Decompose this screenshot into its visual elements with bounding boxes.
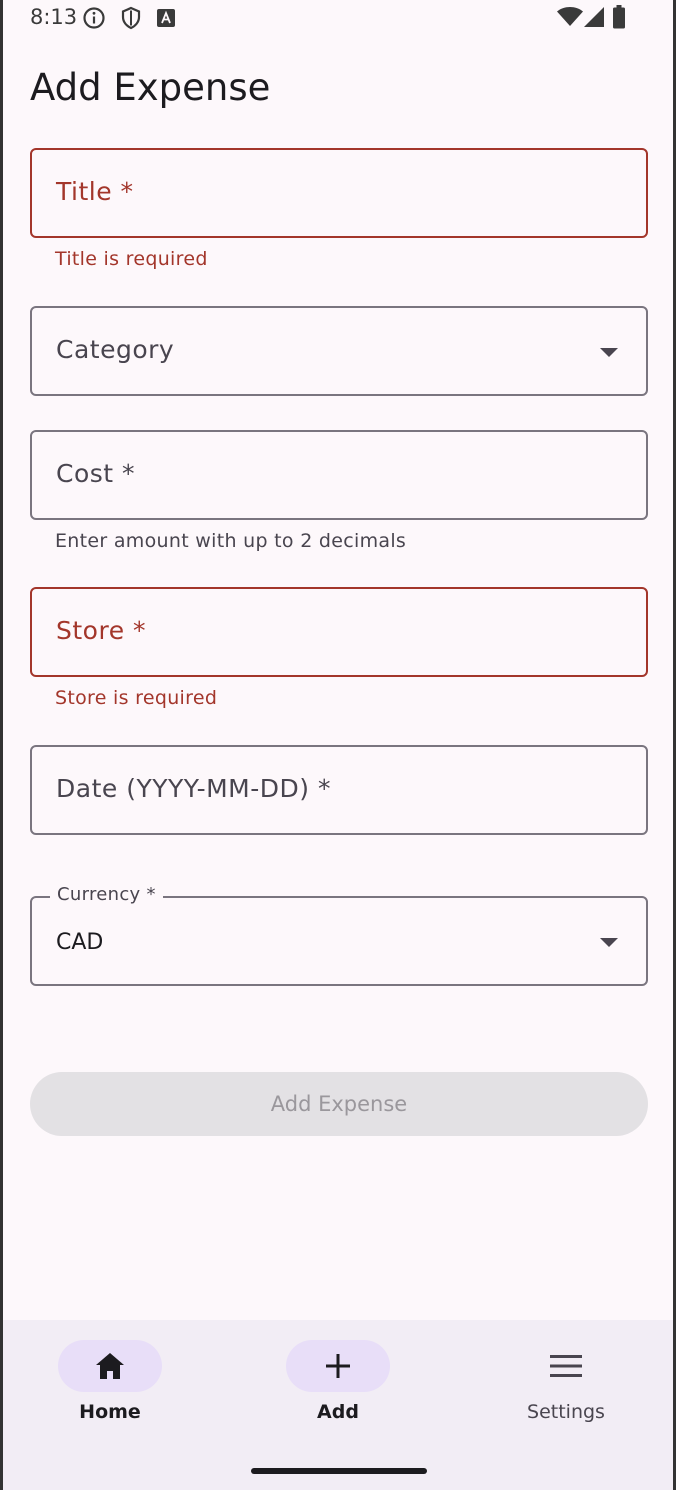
nav-label-add: Add <box>317 1401 359 1423</box>
signal-icon <box>584 7 604 27</box>
date-field-label: Date (YYYY-MM-DD) * <box>56 774 331 803</box>
cost-field[interactable]: Cost * <box>30 430 648 520</box>
title-field-label: Title * <box>56 177 134 206</box>
dropdown-arrow-icon <box>600 938 618 947</box>
shield-icon <box>121 6 141 30</box>
nav-label-home: Home <box>79 1401 141 1423</box>
currency-value: CAD <box>56 930 104 955</box>
home-icon <box>96 1353 124 1379</box>
store-field[interactable]: Store * <box>30 587 648 677</box>
category-field-label: Category <box>56 335 175 364</box>
bottom-navigation: Home Add Settings <box>3 1320 673 1490</box>
gesture-handle[interactable] <box>251 1468 427 1474</box>
wifi-icon <box>557 7 583 26</box>
plus-icon <box>326 1354 350 1378</box>
cost-helper-text: Enter amount with up to 2 decimals <box>55 530 407 552</box>
dropdown-arrow-icon <box>600 348 618 357</box>
battery-icon <box>613 5 625 29</box>
page-title: Add Expense <box>30 66 271 109</box>
store-field-label: Store * <box>56 616 147 645</box>
nav-item-settings[interactable]: Settings <box>501 1340 631 1430</box>
store-error-text: Store is required <box>55 687 218 709</box>
info-icon <box>83 7 105 29</box>
currency-field-label: Currency * <box>50 884 163 905</box>
nav-indicator <box>58 1340 162 1392</box>
date-field[interactable]: Date (YYYY-MM-DD) * <box>30 745 648 835</box>
nav-label-settings: Settings <box>527 1401 605 1423</box>
add-expense-button[interactable]: Add Expense <box>30 1072 648 1136</box>
font-a-icon <box>157 9 175 27</box>
nav-indicator <box>514 1340 618 1392</box>
nav-indicator <box>286 1340 390 1392</box>
nav-item-add[interactable]: Add <box>273 1340 403 1430</box>
category-dropdown[interactable]: Category <box>30 306 648 396</box>
app-screen: 8:13 Add Expense Title * Title is requir… <box>3 0 673 1490</box>
title-error-text: Title is required <box>55 248 208 270</box>
status-time: 8:13 <box>30 5 78 29</box>
status-bar: 8:13 <box>3 0 673 36</box>
title-field[interactable]: Title * <box>30 148 648 238</box>
cost-field-label: Cost * <box>56 459 136 488</box>
nav-item-home[interactable]: Home <box>45 1340 175 1430</box>
menu-icon <box>550 1355 582 1377</box>
currency-dropdown[interactable]: Currency * CAD <box>30 884 648 986</box>
